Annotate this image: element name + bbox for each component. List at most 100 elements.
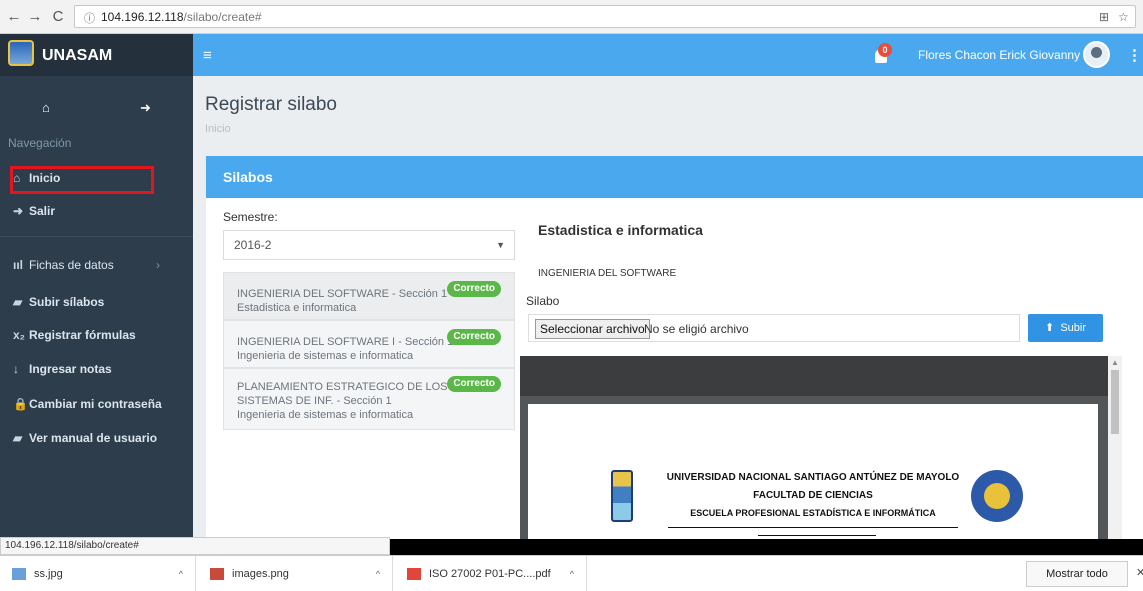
sidebar-divider xyxy=(0,236,193,237)
address-bar[interactable]: ⓘ 104.196.12.118/silabo/create# ⊞ ☆ xyxy=(74,5,1136,28)
bar-chart-icon: ııl xyxy=(13,258,24,272)
pdf-toolbar xyxy=(520,356,1108,396)
download-filename: ISO 27002 P01-PC....pdf xyxy=(429,568,551,580)
scroll-thumb[interactable] xyxy=(1111,370,1119,434)
upload-label: Subir xyxy=(1060,322,1087,334)
doc-school: ESCUELA PROFESIONAL ESTADÍSTICA E INFORM… xyxy=(690,508,936,518)
brand-header: UNASAM xyxy=(0,34,193,76)
main-content: Registrar silabo Inicio Silabos Semestre… xyxy=(193,76,1143,539)
breadcrumb[interactable]: Inicio xyxy=(205,123,231,135)
doc-rule xyxy=(758,535,876,536)
sidebar-section-label: Navegación xyxy=(8,136,72,150)
more-options-icon[interactable]: ⋮ xyxy=(1127,46,1142,64)
doc-university: UNIVERSIDAD NACIONAL SANTIAGO ANTÚNEZ DE… xyxy=(666,472,960,483)
brand-name: UNASAM xyxy=(42,47,113,64)
pdf-file-icon xyxy=(407,568,421,581)
upload-button[interactable]: ⬆ Subir xyxy=(1028,314,1103,342)
lock-icon: 🔒 xyxy=(13,397,28,411)
course-item[interactable]: INGENIERIA DEL SOFTWARE - Sección 1 Esta… xyxy=(223,272,515,320)
url-host: 104.196.12.118 xyxy=(101,10,184,24)
status-badge: Correcto xyxy=(447,329,501,345)
reload-icon[interactable]: C xyxy=(50,9,66,25)
pdf-page: UNIVERSIDAD NACIONAL SANTIAGO ANTÚNEZ DE… xyxy=(528,404,1098,539)
doc-faculty: FACULTAD DE CIENCIAS xyxy=(753,490,873,501)
download-filename: ss.jpg xyxy=(34,568,63,580)
status-badge: Correcto xyxy=(447,376,501,392)
doc-rule xyxy=(668,527,958,528)
subscript-icon: x₂ xyxy=(13,328,26,342)
info-icon[interactable]: ⓘ xyxy=(84,10,95,26)
download-item[interactable]: ISO 27002 P01-PC....pdf ^ xyxy=(393,556,587,591)
file-status: No se eligió archivo xyxy=(644,322,749,336)
detail-title: Estadistica e informatica xyxy=(538,222,703,238)
chevron-up-icon[interactable]: ^ xyxy=(179,556,183,591)
highlight-box xyxy=(10,166,154,194)
status-badge: Correcto xyxy=(447,281,501,297)
avatar[interactable] xyxy=(1083,41,1110,68)
sidebar-item-notas[interactable]: ↓ Ingresar notas xyxy=(13,358,183,380)
url-path: /silabo/create# xyxy=(183,10,262,24)
image-file-icon xyxy=(210,568,224,581)
sidebar-item-fichas[interactable]: ııl Fichas de datos › xyxy=(13,254,183,276)
top-navbar: ≡ 0 Flores Chacon Erick Giovanny ⋮ xyxy=(193,34,1143,76)
translate-icon[interactable]: ⊞ xyxy=(1099,10,1109,24)
close-icon[interactable]: ✕ xyxy=(1136,566,1143,579)
user-name[interactable]: Flores Chacon Erick Giovanny xyxy=(918,48,1080,62)
upload-icon: ⬆ xyxy=(1044,322,1055,334)
forward-arrow-icon[interactable]: → xyxy=(27,9,43,25)
hamburger-menu-icon[interactable]: ≡ xyxy=(203,47,212,64)
file-label: Silabo xyxy=(526,294,560,308)
course-item[interactable]: INGENIERIA DEL SOFTWARE I - Sección 1 In… xyxy=(223,320,515,368)
semester-value: 2016-2 xyxy=(234,238,272,252)
sidebar-item-manual[interactable]: ▰ Ver manual de usuario xyxy=(13,427,183,449)
sidebar-item-label: Fichas de datos xyxy=(29,258,114,272)
notification-badge: 0 xyxy=(878,43,892,57)
sidebar-item-label: Salir xyxy=(29,204,56,218)
file-input[interactable]: Seleccionar archivo No se eligió archivo xyxy=(528,314,1020,342)
sidebar-item-subir-silabos[interactable]: ▰ Subir sílabos xyxy=(13,291,183,313)
university-logo xyxy=(8,40,34,66)
sidebar-item-label: Ver manual de usuario xyxy=(29,431,158,445)
sidebar-item-formulas[interactable]: x₂ Registrar fórmulas xyxy=(13,324,183,346)
download-item[interactable]: ss.jpg ^ xyxy=(0,556,196,591)
detail-course: INGENIERIA DEL SOFTWARE xyxy=(538,268,677,279)
logout-icon: ➜ xyxy=(13,204,24,218)
course-item[interactable]: PLANEAMIENTO ESTRATEGICO DE LOS SISTEMAS… xyxy=(223,368,515,430)
url-text: 104.196.12.118/silabo/create# xyxy=(101,10,262,24)
pdf-viewer[interactable]: ▲ UNIVERSIDAD NACIONAL SANTIAGO ANTÚNEZ … xyxy=(520,356,1122,539)
book-icon: ▰ xyxy=(13,295,23,309)
image-file-icon xyxy=(12,568,26,581)
choose-file-button[interactable]: Seleccionar archivo xyxy=(535,319,650,339)
chevron-right-icon: › xyxy=(156,258,160,272)
chevron-up-icon[interactable]: ^ xyxy=(570,556,574,591)
downloads-bar: ss.jpg ^ images.png ^ ISO 27002 P01-PC..… xyxy=(0,555,1143,591)
sidebar: UNASAM ⌂ ➜ Navegación ⌂ Inicio ➜ Salir ııl… xyxy=(0,34,193,539)
sort-icon: ↓ xyxy=(13,362,19,376)
sidebar-item-label: Registrar fórmulas xyxy=(29,328,136,342)
semester-label: Semestre: xyxy=(223,210,278,224)
download-item[interactable]: images.png ^ xyxy=(196,556,393,591)
dropdown-arrow-icon: ▼ xyxy=(496,240,505,250)
course-school: Estadistica e informatica xyxy=(237,302,357,314)
status-url: 104.196.12.118/silabo/create# xyxy=(0,537,390,555)
sidebar-item-contrasena[interactable]: 🔒Cambiar mi contraseña xyxy=(13,393,183,415)
chevron-up-icon[interactable]: ^ xyxy=(376,556,380,591)
sidebar-item-label: Cambiar mi contraseña xyxy=(29,397,162,411)
sidebar-item-label: Subir sílabos xyxy=(29,295,105,309)
scrollbar[interactable]: ▲ xyxy=(1108,356,1122,539)
course-school: Ingenieria de sistemas e informatica xyxy=(237,350,414,362)
semester-select[interactable]: 2016-2 ▼ xyxy=(223,230,515,260)
course-name-line2: SISTEMAS DE INF. - Sección 1 xyxy=(237,395,392,407)
home-quick-icon[interactable]: ⌂ xyxy=(42,100,50,115)
book-icon: ▰ xyxy=(13,431,23,445)
scroll-up-icon[interactable]: ▲ xyxy=(1111,358,1119,367)
bookmark-star-icon[interactable]: ☆ xyxy=(1118,10,1129,24)
panel-title: Silabos xyxy=(206,156,1143,198)
show-all-button[interactable]: Mostrar todo xyxy=(1026,561,1128,587)
back-arrow-icon[interactable]: ← xyxy=(6,9,22,25)
course-school: Ingenieria de sistemas e informatica xyxy=(237,409,414,421)
download-filename: images.png xyxy=(232,568,289,580)
sidebar-item-salir[interactable]: ➜ Salir xyxy=(13,200,183,222)
silabos-panel: Silabos Semestre: 2016-2 ▼ INGENIERIA DE… xyxy=(206,156,1143,539)
logout-quick-icon[interactable]: ➜ xyxy=(140,100,151,116)
